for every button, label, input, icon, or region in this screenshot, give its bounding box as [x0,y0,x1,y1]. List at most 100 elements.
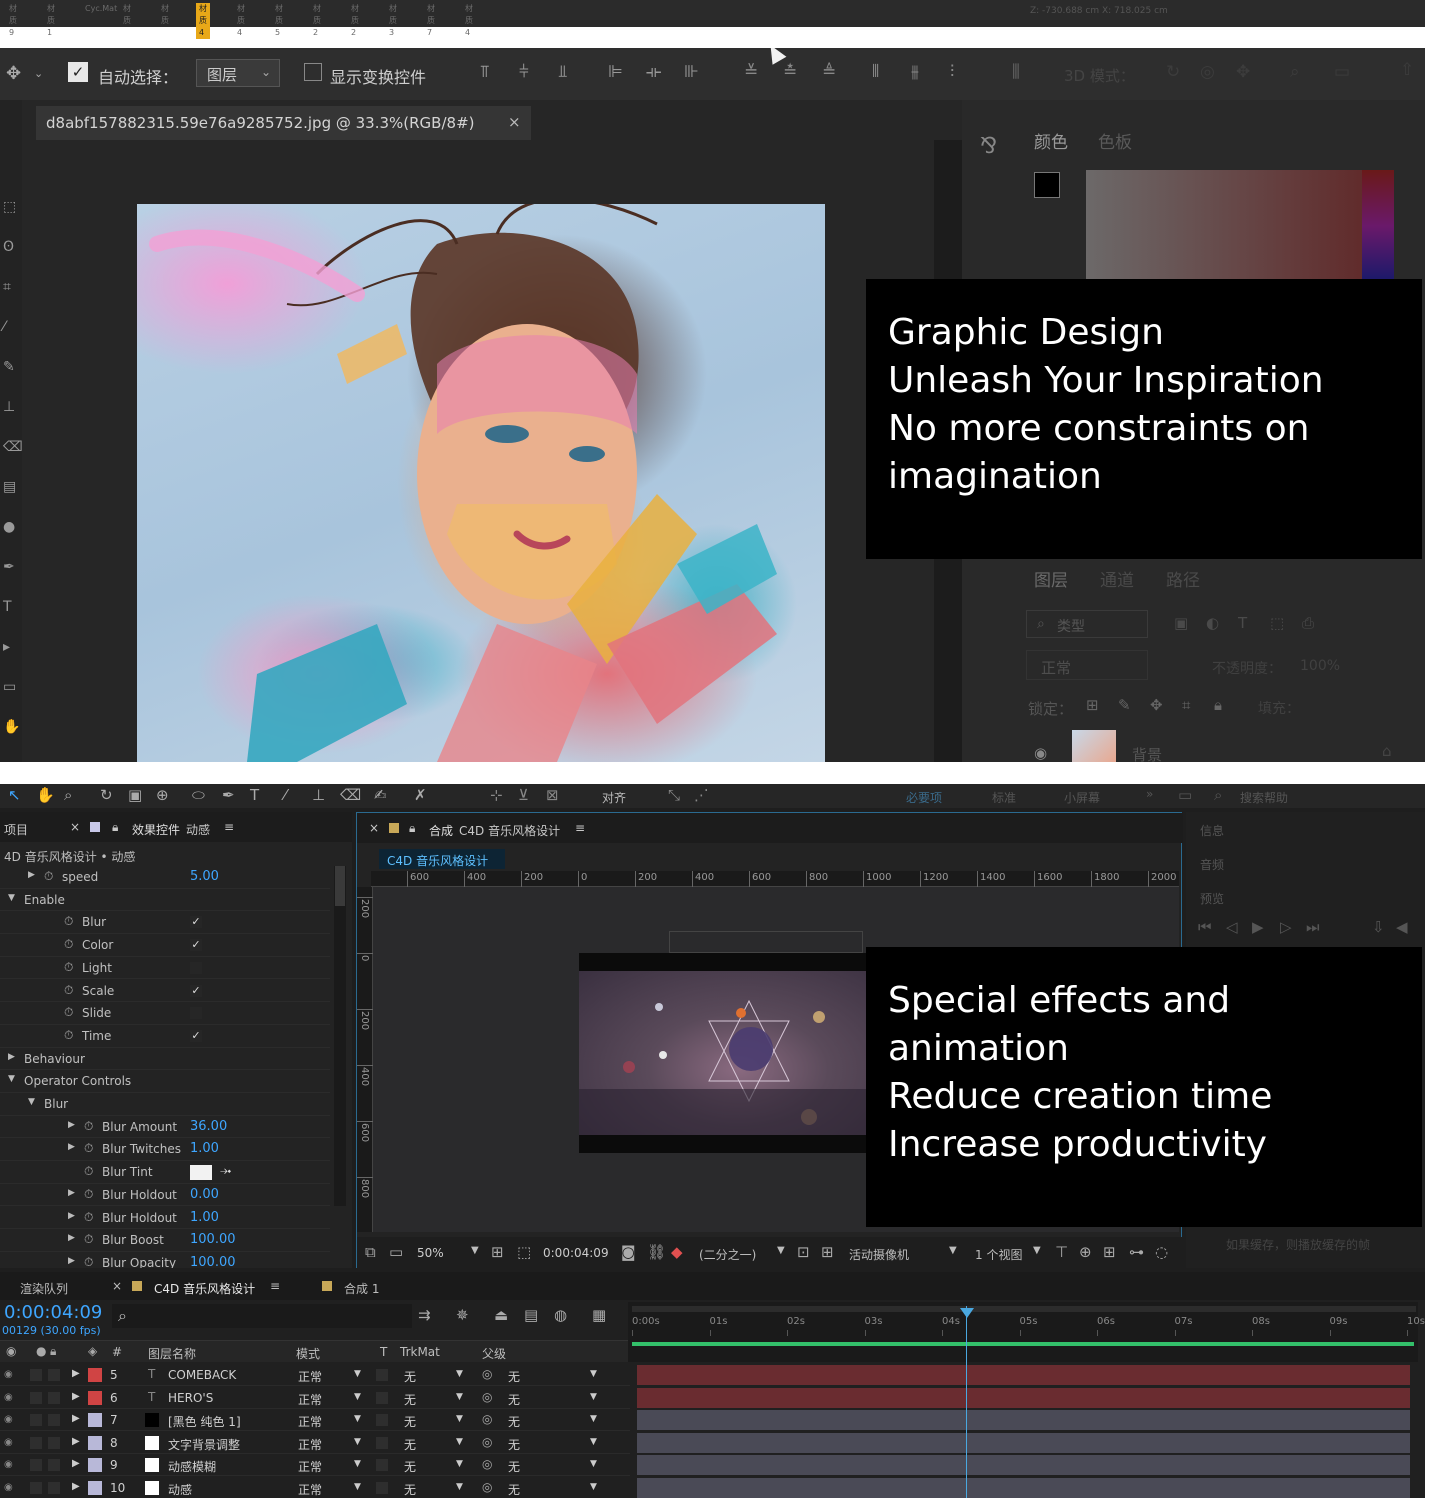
distribute-right-icon[interactable]: ⫶ [950,64,954,81]
stopwatch-icon[interactable]: ⏱︎ [84,1210,93,1225]
stopwatch-icon[interactable]: ⏱︎ [84,1164,93,1179]
lasso-tool-icon[interactable]: ʘ [3,240,14,254]
chevron-down-icon[interactable]: ▼ [1033,1245,1041,1256]
tab-paths[interactable]: 路径 [1166,566,1200,591]
lock-icon[interactable]: 🔒︎ [409,821,415,836]
tab-color[interactable]: 颜色 [1034,128,1068,153]
smart-filter-icon[interactable]: ⎙ [1302,616,1314,631]
expand-arrow-icon[interactable]: ▶ [68,1120,75,1130]
resolution-value[interactable]: (二分之一) [699,1246,756,1263]
expand-arrow-icon[interactable]: ▶ [28,870,35,880]
dodge-tool-icon[interactable]: ● [3,520,15,534]
playhead-line[interactable] [966,1306,967,1498]
camera-icon[interactable]: ◙ [621,1245,636,1260]
blend-mode-dropdown[interactable]: 正常 [1026,650,1148,680]
eraser-tool-icon[interactable]: ⌫ [340,788,361,803]
lock-artboard-icon[interactable]: ⌗ [1182,698,1190,713]
color-channels-icon[interactable]: ◆ [671,1245,683,1260]
material-tab[interactable]: 材质 [120,3,134,27]
workspace-more-icon[interactable]: » [1146,787,1153,801]
region-of-interest-icon[interactable]: ⬚ [517,1245,531,1260]
puppet-tool-icon[interactable]: ✗ [414,788,427,803]
tab-comp-1[interactable]: 合成 1 [344,1280,379,1297]
opacity-value[interactable]: 100% [1300,658,1340,674]
color-picker-field[interactable] [1086,170,1362,282]
panel-menu-icon[interactable]: ≡ [224,820,234,834]
expand-arrow-icon[interactable]: ▼ [28,1097,35,1107]
sync-icon[interactable]: ▭ [1178,788,1192,803]
brush-tool-icon[interactable]: ⁄ [284,788,287,803]
stopwatch-icon[interactable]: ⏱︎ [84,1141,93,1156]
tab-layers[interactable]: 图层 [1034,566,1068,591]
next-frame-icon[interactable]: ▷ [1280,920,1292,935]
shy-layers-icon[interactable]: ⏏ [494,1308,508,1323]
reset-exposure-icon[interactable]: ⊕ [1079,1245,1092,1260]
brush-tool-icon[interactable]: ✎ [3,360,15,374]
material-tab[interactable]: 材质2 [348,3,362,39]
ellipse-tool-icon[interactable]: ⬭ [192,788,205,803]
tab-render-queue[interactable]: 渲染队列 [20,1280,68,1297]
type-filter-icon[interactable]: T [1238,616,1247,631]
lock-transparent-icon[interactable]: ⊞ [1086,698,1099,713]
crop-tool-icon[interactable]: ⌗ [3,280,11,294]
chevron-down-icon[interactable]: ▼ [777,1245,785,1256]
pan-behind-tool-icon[interactable]: ⊕ [156,788,169,803]
material-tab[interactable]: 材质1 [44,3,58,39]
rotate-tool-icon[interactable]: ↻ [100,788,113,803]
material-tab[interactable]: 材质7 [424,3,438,39]
distribute-left-icon[interactable]: ⫴ [872,64,879,81]
close-icon[interactable]: × [70,820,80,834]
layer-filter-dropdown[interactable]: ⌕ 类型 [1026,610,1148,638]
panel-menu-icon[interactable]: ≡ [270,1279,280,1293]
axis-local-icon[interactable]: ⊹ [490,788,503,803]
type-tool-icon[interactable]: T [250,788,259,803]
snapshot-icon[interactable]: ⧉ [365,1245,376,1260]
property-value[interactable]: 0.00 [190,1187,219,1202]
tab-channels[interactable]: 通道 [1100,566,1134,591]
snap-icon[interactable]: ⤡ [668,788,680,803]
material-tab[interactable]: 材质2 [310,3,324,39]
property-checkbox[interactable] [190,1007,202,1020]
panel-info[interactable]: 信息 [1200,822,1224,839]
material-tab[interactable]: 材质4 [234,3,248,39]
stamp-tool-icon[interactable]: ⊥ [312,788,325,803]
region-icon[interactable]: ⊡ [797,1245,810,1260]
lock-move-icon[interactable]: ✥ [1150,698,1163,713]
graph-editor-icon[interactable]: ▦ [592,1308,606,1323]
workspace-standard[interactable]: 标准 [992,789,1016,806]
axis-view-icon[interactable]: ⊠ [546,788,559,803]
document-tab[interactable]: d8abf157882315.59e76a9285752.jpg @ 33.3%… [36,106,531,140]
property-value[interactable]: 100.00 [190,1255,236,1268]
align-label[interactable]: 对齐 [602,789,626,806]
pixel-filter-icon[interactable]: ▣ [1174,616,1188,631]
property-value[interactable]: 1.00 [190,1210,219,1225]
marquee-tool-icon[interactable]: ⬚ [3,200,16,214]
align-top-icon[interactable]: ⫪ [480,64,490,81]
expand-arrow-icon[interactable]: ▼ [8,1074,15,1084]
loop-icon[interactable]: ⇩ [1372,920,1385,935]
flowchart-icon[interactable]: ⊶ [1129,1245,1144,1260]
show-transform-checkbox[interactable] [304,63,322,81]
mute-icon[interactable]: ◀ [1396,920,1408,935]
hue-slider[interactable] [1362,170,1394,282]
stopwatch-icon[interactable]: ⏱︎ [64,960,73,975]
tab-project[interactable]: 项目 [4,821,28,838]
eyedropper-icon[interactable]: ⤞ [220,1163,231,1179]
stopwatch-icon[interactable]: ⏱︎ [64,937,73,952]
expand-arrow-icon[interactable]: ▶ [68,1211,75,1221]
timeline-search-input[interactable]: ⌕ [112,1304,412,1328]
stopwatch-icon[interactable]: ⏱︎ [44,869,53,884]
eraser-tool-icon[interactable]: ⌫ [3,440,23,454]
material-tab[interactable]: 材质5 [272,3,286,39]
search-icon[interactable]: ⌕ [1290,64,1300,81]
stopwatch-icon[interactable]: ⏱︎ [64,1005,73,1020]
property-value[interactable]: 5.00 [190,869,219,884]
lock-icon[interactable]: 🔒︎ [112,820,118,835]
panel-menu-icon[interactable]: ≡ [575,821,585,835]
type-tool-icon[interactable]: T [3,600,12,614]
material-tab[interactable]: 材质 [158,3,172,27]
gradient-tool-icon[interactable]: ▤ [3,480,16,494]
view-layout-select[interactable]: 1 个视图 [975,1246,1022,1263]
column-layer-name[interactable]: 图层名称 [148,1345,196,1362]
layer-duration-bar[interactable] [637,1365,1410,1385]
